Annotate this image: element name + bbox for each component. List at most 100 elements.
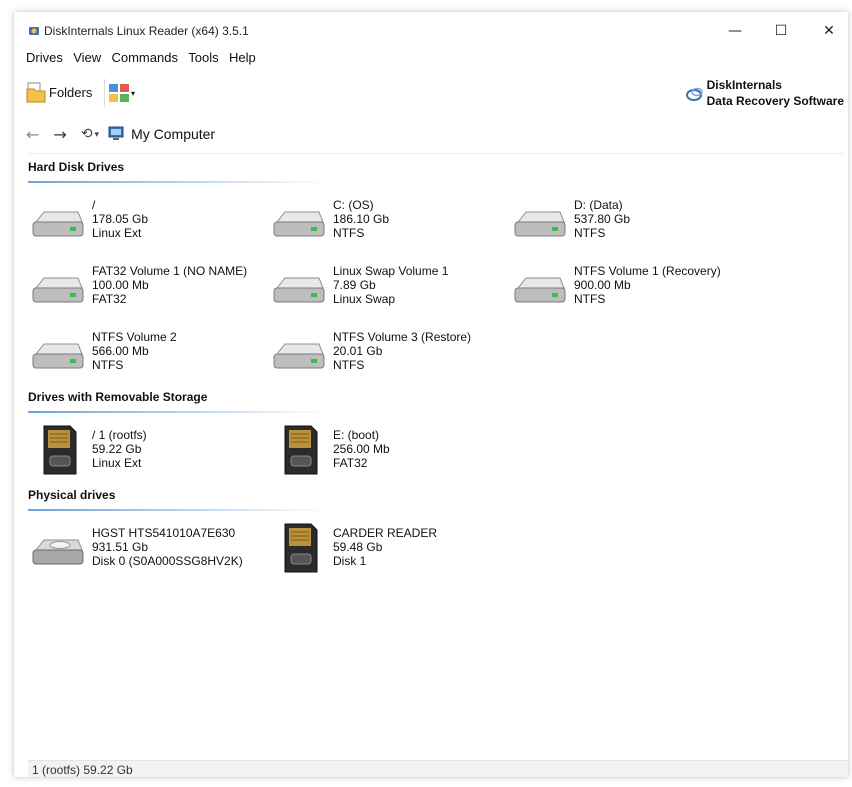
- navigation-bar: ← → ⟲ ▾ My Computer: [26, 122, 846, 146]
- brand-icon: [685, 87, 703, 101]
- physical-disk-icon: [32, 539, 84, 565]
- drive-name: E: (boot): [333, 428, 380, 442]
- app-icon: [29, 27, 39, 35]
- window-title: DiskInternals Linux Reader (x64) 3.5.1: [44, 24, 249, 38]
- view-mode-icon: [109, 84, 129, 102]
- drive-item[interactable]: NTFS Volume 2 566.00 Mb NTFS: [30, 330, 260, 386]
- history-dropdown-icon[interactable]: ▾: [95, 129, 100, 140]
- menu-commands[interactable]: Commands: [111, 50, 177, 65]
- title-bar: DiskInternals Linux Reader (x64) 3.5.1 —…: [14, 12, 848, 46]
- drive-name: FAT32 Volume 1 (NO NAME): [92, 264, 248, 278]
- drive-size: 7.89 Gb: [333, 278, 376, 292]
- section-hard-disk-drives: Hard Disk Drives: [28, 160, 125, 174]
- hard-drive-icon: [273, 343, 325, 369]
- drive-name: C: (OS): [333, 198, 374, 212]
- hard-drive-icon: [514, 277, 566, 303]
- section-physical-drives: Physical drives: [28, 488, 116, 502]
- drive-name: /: [92, 198, 96, 212]
- folders-label: Folders: [49, 84, 93, 100]
- section-removable-drives: Drives with Removable Storage: [28, 390, 208, 404]
- computer-icon: [108, 126, 124, 140]
- drive-size: 20.01 Gb: [333, 344, 383, 358]
- section-underline: [28, 509, 328, 511]
- drive-name: NTFS Volume 1 (Recovery): [574, 264, 721, 278]
- drive-size: 186.10 Gb: [333, 212, 390, 226]
- drive-filesystem: Disk 0 (S0A000SSG8HV2K): [92, 554, 243, 568]
- drive-size: 537.80 Gb: [574, 212, 631, 226]
- view-mode-button[interactable]: ▾: [108, 83, 135, 103]
- drive-size: 178.05 Gb: [92, 212, 149, 226]
- drive-filesystem: NTFS: [333, 358, 365, 372]
- drive-filesystem: FAT32: [92, 292, 127, 306]
- drive-item[interactable]: / 178.05 Gb Linux Ext: [30, 198, 260, 254]
- drive-size: 100.00 Mb: [92, 278, 149, 292]
- menu-drives[interactable]: Drives: [26, 50, 63, 65]
- drive-item[interactable]: CARDER READER 59.48 Gb Disk 1: [271, 523, 501, 582]
- drive-name: HGST HTS541010A7E630: [92, 526, 236, 540]
- drive-item[interactable]: / 1 (rootfs) 59.22 Gb Linux Ext: [30, 425, 260, 484]
- drive-filesystem: NTFS: [333, 226, 365, 240]
- drive-filesystem: NTFS: [574, 226, 606, 240]
- memory-card-icon: [284, 425, 318, 475]
- drive-item[interactable]: C: (OS) 186.10 Gb NTFS: [271, 198, 501, 254]
- drive-name: NTFS Volume 2: [92, 330, 177, 344]
- drive-filesystem: FAT32: [333, 456, 368, 470]
- drive-filesystem: NTFS: [92, 358, 124, 372]
- history-icon[interactable]: ⟲: [81, 126, 93, 142]
- drive-filesystem: Disk 1: [333, 554, 367, 568]
- drives-view: Hard Disk Drives / 178.05 Gb Linux Ext C…: [14, 152, 848, 752]
- drive-size: 59.48 Gb: [333, 540, 383, 554]
- menu-view[interactable]: View: [73, 50, 101, 65]
- minimize-button[interactable]: —: [720, 20, 750, 42]
- folders-button[interactable]: Folders: [26, 79, 92, 105]
- memory-card-icon: [284, 523, 318, 573]
- drive-item[interactable]: FAT32 Volume 1 (NO NAME) 100.00 Mb FAT32: [30, 264, 260, 320]
- breadcrumb-my-computer[interactable]: My Computer: [131, 126, 215, 142]
- hard-drive-icon: [273, 211, 325, 237]
- hard-drive-icon: [32, 343, 84, 369]
- drive-name: NTFS Volume 3 (Restore): [333, 330, 472, 344]
- toolbar: Folders ▾ DiskInternals Data Recovery So…: [26, 75, 846, 111]
- menu-help[interactable]: Help: [229, 50, 256, 65]
- drive-item[interactable]: HGST HTS541010A7E630 931.51 Gb Disk 0 (S…: [30, 526, 260, 582]
- hard-drive-icon: [32, 211, 84, 237]
- brand-name: DiskInternals: [706, 78, 782, 92]
- drive-item[interactable]: NTFS Volume 3 (Restore) 20.01 Gb NTFS: [271, 330, 501, 386]
- drive-name: D: (Data): [574, 198, 623, 212]
- menu-bar: Drives View Commands Tools Help: [26, 50, 263, 68]
- section-underline: [28, 181, 328, 183]
- forward-button[interactable]: →: [53, 125, 66, 144]
- menu-tools[interactable]: Tools: [188, 50, 218, 65]
- memory-card-icon: [43, 425, 77, 475]
- chevron-down-icon: ▾: [131, 88, 136, 98]
- drive-name: CARDER READER: [333, 526, 438, 540]
- drive-filesystem: Linux Swap: [333, 292, 396, 306]
- back-button[interactable]: ←: [26, 125, 39, 144]
- status-text: 1 (rootfs) 59.22 Gb: [32, 763, 133, 777]
- drive-filesystem: Linux Ext: [92, 226, 142, 240]
- drive-size: 256.00 Mb: [333, 442, 390, 456]
- drive-item[interactable]: NTFS Volume 1 (Recovery) 900.00 Mb NTFS: [512, 264, 742, 320]
- folders-icon: [26, 82, 46, 103]
- drive-size: 59.22 Gb: [92, 442, 142, 456]
- drive-item[interactable]: Linux Swap Volume 1 7.89 Gb Linux Swap: [271, 264, 501, 320]
- toolbar-separator: [104, 79, 105, 107]
- drive-name: / 1 (rootfs): [92, 428, 147, 442]
- app-window: DiskInternals Linux Reader (x64) 3.5.1 —…: [14, 12, 848, 777]
- drive-item[interactable]: E: (boot) 256.00 Mb FAT32: [271, 425, 501, 484]
- drive-size: 900.00 Mb: [574, 278, 631, 292]
- drive-item[interactable]: D: (Data) 537.80 Gb NTFS: [512, 198, 742, 254]
- drive-filesystem: NTFS: [574, 292, 606, 306]
- maximize-button[interactable]: ☐: [766, 20, 796, 42]
- drive-name: Linux Swap Volume 1: [333, 264, 449, 278]
- drive-size: 566.00 Mb: [92, 344, 149, 358]
- drive-filesystem: Linux Ext: [92, 456, 142, 470]
- hard-drive-icon: [32, 277, 84, 303]
- status-bar: 1 (rootfs) 59.22 Gb: [28, 760, 848, 777]
- hard-drive-icon: [273, 277, 325, 303]
- section-underline: [28, 411, 328, 413]
- brand-logo: DiskInternals Data Recovery Software: [685, 77, 844, 109]
- drive-size: 931.51 Gb: [92, 540, 149, 554]
- hard-drive-icon: [514, 211, 566, 237]
- close-button[interactable]: ✕: [814, 20, 844, 42]
